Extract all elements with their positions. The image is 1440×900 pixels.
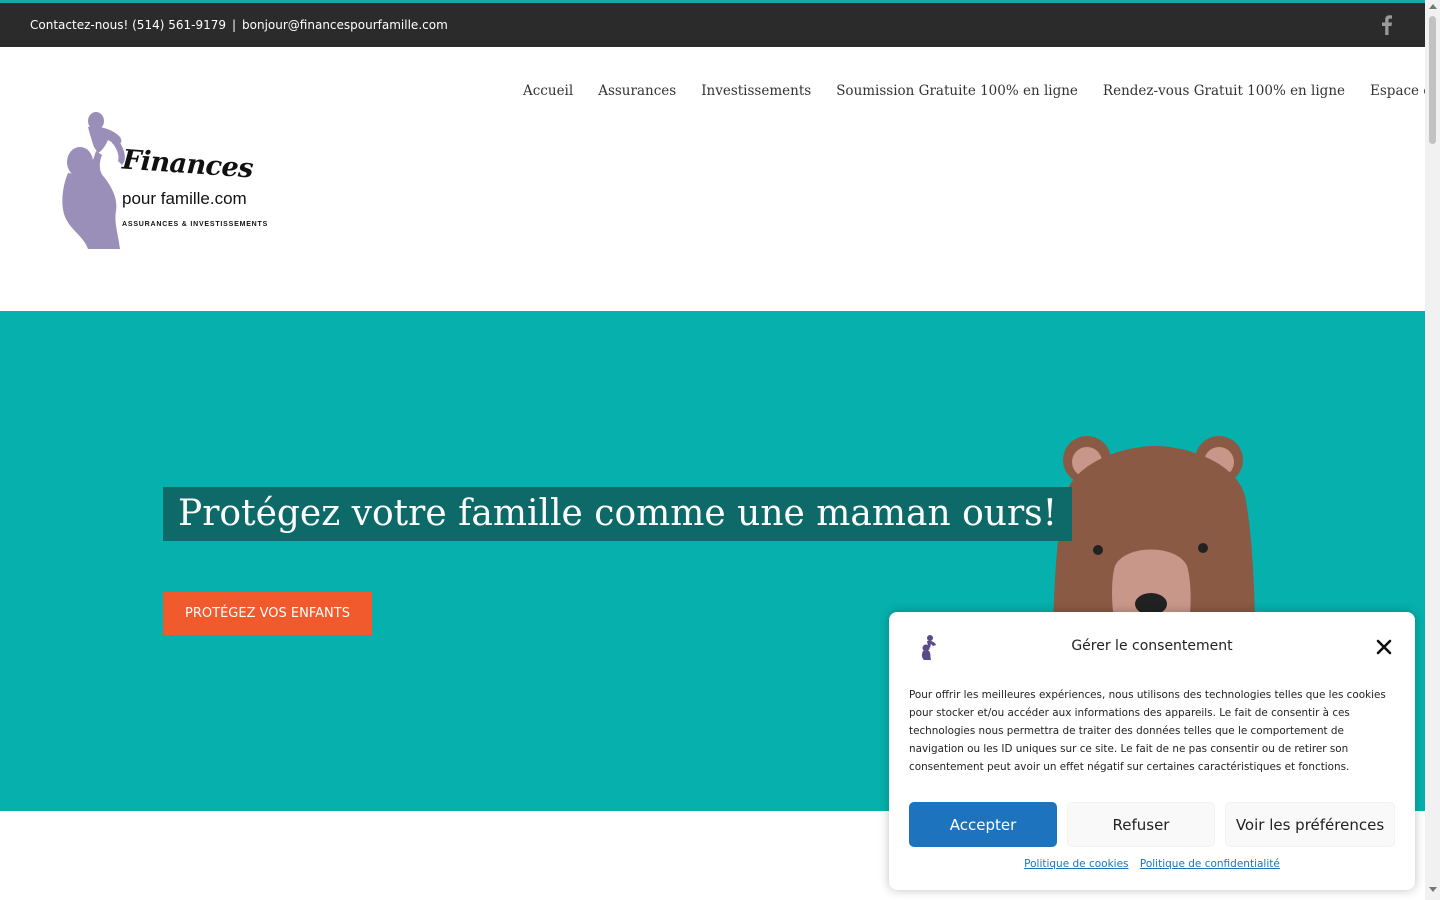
email-link[interactable]: bonjour@financespourfamille.com — [242, 18, 448, 32]
view-preferences-button[interactable]: Voir les préférences — [1225, 802, 1395, 847]
family-silhouette-icon — [62, 112, 125, 249]
nav-item-rendez-vous[interactable]: Rendez-vous Gratuit 100% en ligne — [1103, 83, 1345, 99]
phone-text[interactable]: Contactez-nous! (514) 561-9179 — [30, 18, 226, 32]
hero-headline: Protégez votre famille comme une maman o… — [163, 487, 1073, 541]
consent-body-text: Pour offrir les meilleures expériences, … — [909, 689, 1386, 773]
cookie-policy-link[interactable]: Politique de cookies — [1024, 858, 1128, 870]
page-scrollbar[interactable] — [1425, 0, 1440, 900]
logo-tagline: ASSURANCES & INVESTISSEMENTS — [122, 221, 269, 228]
nav-item-accueil[interactable]: Accueil — [523, 83, 573, 99]
contact-separator: | — [231, 18, 237, 32]
refuse-button[interactable]: Refuser — [1067, 802, 1215, 847]
nav-item-investissements[interactable]: Investissements — [701, 83, 811, 99]
consent-title: Gérer le consentement — [1071, 638, 1233, 654]
main-nav: Accueil Assurances Investissements Soumi… — [523, 83, 1440, 99]
top-bar: Contactez-nous! (514) 561-9179 | bonjour@f… — [0, 0, 1425, 47]
privacy-policy-link[interactable]: Politique de confidentialité — [1140, 858, 1280, 870]
scrollbar-thumb[interactable] — [1429, 16, 1436, 144]
policy-links: Politique de cookies Politique de confid… — [889, 858, 1415, 870]
nav-item-soumission[interactable]: Soumission Gratuite 100% en ligne — [836, 83, 1078, 99]
nav-item-assurances[interactable]: Assurances — [598, 83, 676, 99]
contact-info: Contactez-nous! (514) 561-9179 | bonjour@f… — [30, 18, 448, 32]
scroll-down-arrow-icon[interactable] — [1429, 887, 1437, 892]
close-icon[interactable] — [1376, 639, 1392, 655]
facebook-icon[interactable] — [1380, 15, 1394, 35]
protect-children-button[interactable]: PROTÉGEZ VOS ENFANTS — [163, 592, 372, 635]
site-header: Finances pour famille.com ASSURANCES & I… — [0, 47, 1440, 311]
site-logo[interactable]: Finances pour famille.com ASSURANCES & I… — [58, 107, 278, 252]
logo-domain-text: pour famille.com — [122, 189, 247, 208]
accept-button[interactable]: Accepter — [909, 802, 1057, 847]
cookie-consent-dialog: Gérer le consentement Pour offrir les me… — [889, 612, 1415, 890]
scroll-up-arrow-icon[interactable] — [1429, 4, 1437, 9]
